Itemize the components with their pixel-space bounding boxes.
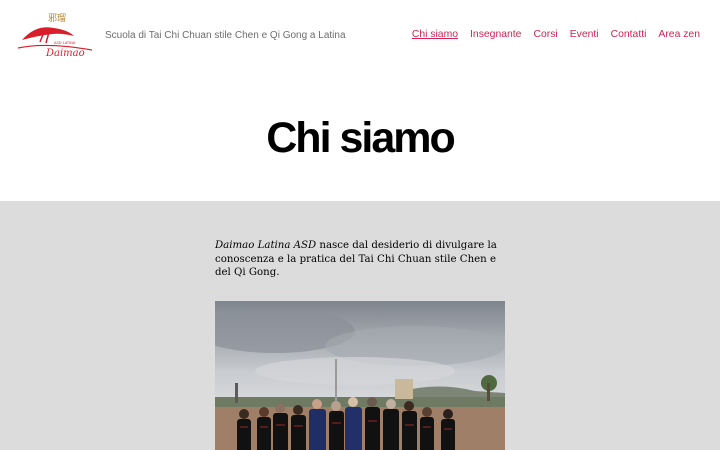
primary-nav: Chi siamo Insegnante Corsi Eventi Contat… [412, 29, 700, 40]
page-header: Chi siamo [0, 72, 720, 201]
site-header: 邪瑠 ASD LATINA Daimao Scuola di Tai Chi C… [0, 0, 720, 72]
page-content: Daimao Latina ASD nasce dal desiderio di… [0, 201, 720, 450]
nav-item-eventi[interactable]: Eventi [570, 29, 599, 40]
logo-image: 邪瑠 ASD LATINA Daimao [17, 13, 93, 59]
logo-script-text: Daimao [45, 48, 85, 59]
logo-chinese-text: 邪瑠 [48, 13, 66, 24]
nav-item-corsi[interactable]: Corsi [533, 29, 557, 40]
site-tagline: Scuola di Tai Chi Chuan stile Chen e Qi … [105, 30, 346, 41]
nav-item-area-zen[interactable]: Area zen [658, 29, 700, 40]
nav-item-chi-siamo[interactable]: Chi siamo [412, 29, 458, 40]
page-title: Chi siamo [266, 114, 456, 162]
nav-item-insegnante[interactable]: Insegnante [470, 29, 521, 40]
group-photo [215, 301, 505, 450]
nav-item-contatti[interactable]: Contatti [611, 29, 647, 40]
org-name: Daimao Latina ASD [215, 240, 317, 251]
logo-small-text: ASD LATINA [54, 41, 76, 45]
site-logo[interactable]: 邪瑠 ASD LATINA Daimao [16, 10, 94, 60]
intro-paragraph: Daimao Latina ASD nasce dal desiderio di… [215, 239, 505, 280]
